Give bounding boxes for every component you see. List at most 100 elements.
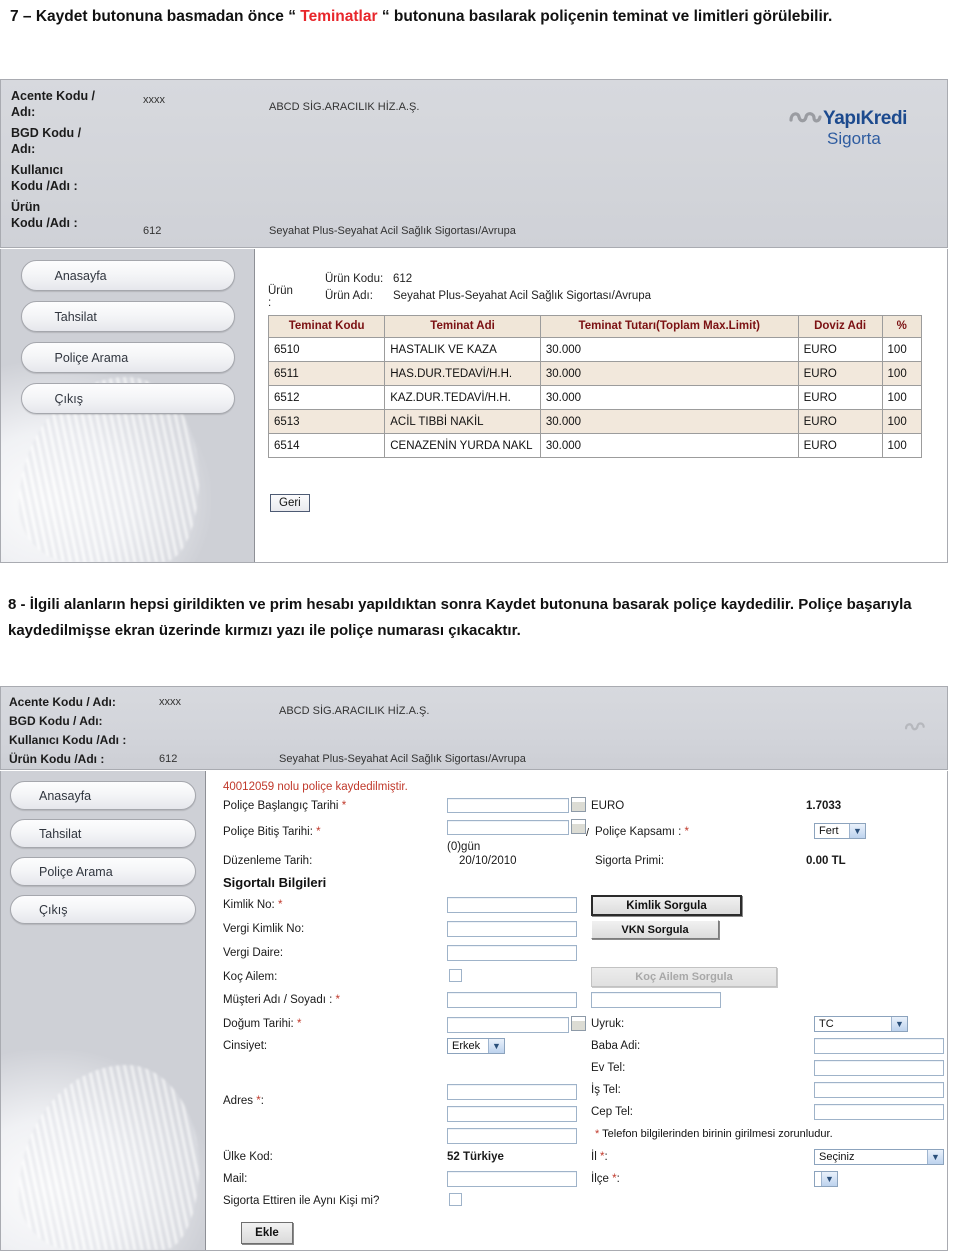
calendar-icon-2[interactable] bbox=[571, 819, 586, 834]
work-phone-input[interactable] bbox=[814, 1082, 944, 1098]
cell-yuzde: 100 bbox=[881, 337, 923, 362]
district-select[interactable]: ▼ bbox=[814, 1171, 838, 1187]
issue-date-value: 20/10/2010 bbox=[459, 855, 517, 867]
premium-label: Sigorta Primi: bbox=[595, 855, 665, 867]
header-agency-name: ABCD SİG.ARACILIK HİZ.A.Ş. bbox=[269, 101, 420, 113]
header-label-agency: Acente Kodu / Adı: bbox=[11, 89, 96, 119]
sidebar-item-anasayfa[interactable]: Anasayfa bbox=[20, 260, 235, 291]
cell-adi: KAZ.DUR.TEDAVİ/H.H. bbox=[384, 385, 541, 410]
header-product-code: 612 bbox=[143, 225, 162, 237]
mail-input[interactable] bbox=[447, 1171, 577, 1187]
back-button[interactable]: Geri bbox=[270, 494, 310, 512]
koc-ailem-query-button: Koç Ailem Sorgula bbox=[591, 967, 777, 987]
city-select[interactable]: Seçiniz ▼ bbox=[814, 1149, 944, 1165]
customer-first-name-input[interactable] bbox=[447, 992, 577, 1008]
col-teminat-adi: Teminat Adi bbox=[384, 315, 541, 338]
id-query-button[interactable]: Kimlik Sorgula bbox=[591, 895, 742, 916]
guarantees-table: Teminat Kodu Teminat Adi Teminat Tutarı(… bbox=[267, 315, 923, 458]
header-agency-code-2: xxxx bbox=[159, 696, 181, 708]
instruction-8-number: 8 - bbox=[8, 596, 30, 613]
calendar-icon-3[interactable] bbox=[571, 1016, 586, 1031]
tax-office-input[interactable] bbox=[447, 945, 577, 961]
content-2: 40012059 nolu poliçe kaydedilmiştir. Pol… bbox=[207, 771, 947, 1250]
cell-adi: HASTALIK VE KAZA bbox=[384, 337, 541, 362]
col-teminat-tutari: Teminat Tutarı(Toplam Max.Limit) bbox=[539, 315, 799, 338]
tax-id-input[interactable] bbox=[447, 921, 577, 937]
gender-select[interactable]: Erkek ▼ bbox=[447, 1038, 505, 1054]
sidebar-item-label: Poliçe Arama bbox=[39, 865, 113, 879]
sidebar-item-cikis[interactable]: Çıkış bbox=[20, 383, 235, 414]
sidebar-item-anasayfa-2[interactable]: Anasayfa bbox=[10, 781, 196, 810]
yapikredi-logo-mark bbox=[789, 107, 823, 131]
home-phone-input[interactable] bbox=[814, 1060, 944, 1076]
product-name-key: Ürün Adı: bbox=[325, 290, 373, 302]
sidebar-item-cikis-2[interactable]: Çıkış bbox=[10, 895, 196, 924]
instruction-7-highlight: Teminatlar bbox=[300, 8, 378, 25]
policy-end-input[interactable] bbox=[447, 820, 569, 835]
currency-label: EURO bbox=[591, 800, 625, 812]
nationality-select[interactable]: TC ▼ bbox=[814, 1016, 908, 1032]
policy-scope-select[interactable]: Fert ▼ bbox=[814, 823, 866, 839]
customer-last-name-input[interactable] bbox=[591, 992, 721, 1008]
sidebar-item-police-arama-2[interactable]: Poliçe Arama bbox=[10, 857, 196, 886]
cell-tutar: 30.000 bbox=[539, 337, 799, 362]
header-label-user: Kullanıcı Kodu /Adı : bbox=[11, 163, 78, 193]
table-row: 6510 HASTALIK VE KAZA 30.000 EURO 100 bbox=[267, 337, 923, 362]
header-agency-code: xxxx bbox=[143, 94, 165, 106]
policy-saved-message: 40012059 nolu poliçe kaydedilmiştir. bbox=[223, 781, 408, 793]
app-header-1: Acente Kodu / Adı: BGD Kodu / Adı: Kulla… bbox=[0, 79, 948, 248]
vkn-query-button[interactable]: VKN Sorgula bbox=[591, 920, 719, 939]
id-no-label: Kimlik No: * bbox=[223, 899, 283, 911]
birth-date-input[interactable] bbox=[447, 1017, 569, 1033]
customer-name-label: Müşteri Adı / Soyadı : * bbox=[223, 994, 340, 1006]
instruction-7: 7 – Kaydet butonuna basmadan önce “ Temi… bbox=[6, 4, 960, 29]
table-row: 6513 ACİL TIBBİ NAKİL 30.000 EURO 100 bbox=[267, 409, 923, 434]
cell-yuzde: 100 bbox=[881, 361, 923, 386]
address-line3-input[interactable] bbox=[447, 1128, 577, 1144]
header-product-name: Seyahat Plus-Seyahat Acil Sağlık Sigorta… bbox=[269, 225, 516, 237]
header-label-product: Ürün Kodu /Adı : bbox=[11, 200, 78, 230]
content-1: Ürün : Ürün Kodu: 612 Ürün Adı: Seyahat Pl… bbox=[256, 249, 947, 562]
sidebar-item-label: Tahsilat bbox=[39, 827, 82, 841]
add-button[interactable]: Ekle bbox=[241, 1222, 293, 1244]
district-label: İlçe *: bbox=[591, 1173, 620, 1185]
id-no-input[interactable] bbox=[447, 897, 577, 913]
table-header-row: Teminat Kodu Teminat Adi Teminat Tutarı(… bbox=[267, 315, 923, 338]
col-doviz-adi: Doviz Adi bbox=[797, 315, 883, 338]
father-name-input[interactable] bbox=[814, 1038, 944, 1054]
premium-value: 0.00 TL bbox=[806, 855, 846, 867]
sidebar-item-tahsilat[interactable]: Tahsilat bbox=[20, 301, 235, 332]
address-line1-input[interactable] bbox=[447, 1084, 577, 1100]
instruction-8-text: İlgili alanların hepsi girildikten ve pr… bbox=[8, 596, 912, 639]
cell-kod: 6510 bbox=[267, 337, 386, 362]
table-row: 6514 CENAZENİN YURDA NAKL 30.000 EURO 10… bbox=[267, 433, 923, 458]
cell-doviz: EURO bbox=[797, 361, 883, 386]
currency-rate: 1.7033 bbox=[806, 800, 842, 812]
product-name-value: Seyahat Plus-Seyahat Acil Sağlık Sigorta… bbox=[393, 290, 652, 302]
header-row-user: Kullanıcı Kodu /Adı : bbox=[9, 733, 127, 747]
calendar-icon[interactable] bbox=[571, 797, 586, 812]
cell-yuzde: 100 bbox=[881, 409, 923, 434]
instruction-7-after: “ butonuna basılarak poliçenin teminat v… bbox=[377, 8, 833, 25]
cell-kod: 6513 bbox=[267, 409, 386, 434]
address-label: Adres *: bbox=[223, 1095, 264, 1107]
tax-id-label: Vergi Kimlik No: bbox=[223, 923, 305, 935]
koc-ailem-label: Koç Ailem: bbox=[223, 971, 278, 983]
koc-ailem-checkbox[interactable] bbox=[449, 969, 462, 982]
table-row: 6512 KAZ.DUR.TEDAVİ/H.H. 30.000 EURO 100 bbox=[267, 385, 923, 410]
yapikredi-mark-icon bbox=[789, 112, 822, 123]
chevron-down-icon-3: ▼ bbox=[488, 1039, 504, 1053]
cell-doviz: EURO bbox=[797, 385, 883, 410]
sidebar-item-tahsilat-2[interactable]: Tahsilat bbox=[10, 819, 196, 848]
section-title-insured: Sigortalı Bilgileri bbox=[223, 875, 327, 890]
mobile-phone-input[interactable] bbox=[814, 1104, 944, 1120]
header-row-agency: Acente Kodu / Adı: bbox=[9, 695, 116, 709]
same-person-checkbox[interactable] bbox=[449, 1193, 462, 1206]
address-line2-input[interactable] bbox=[447, 1106, 577, 1122]
product-code-row: Ürün Kodu: 612 bbox=[325, 273, 412, 285]
sidebar-item-police-arama[interactable]: Poliçe Arama bbox=[20, 342, 235, 373]
chevron-down-icon-5: ▼ bbox=[821, 1172, 837, 1186]
sidebar-item-label: Poliçe Arama bbox=[54, 351, 129, 365]
policy-start-input[interactable] bbox=[447, 798, 569, 813]
cell-yuzde: 100 bbox=[881, 385, 923, 410]
